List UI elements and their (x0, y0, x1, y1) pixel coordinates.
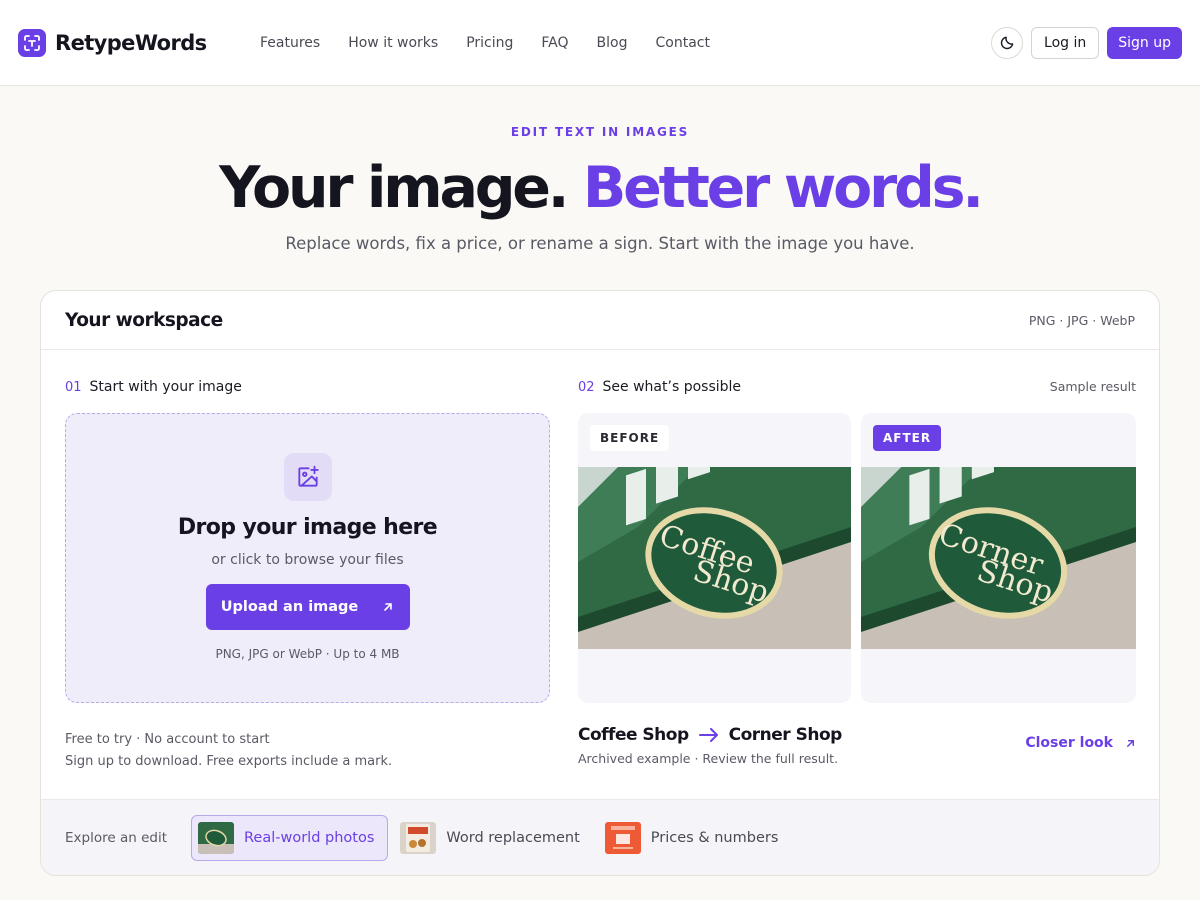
closer-look-label: Closer look (1025, 735, 1113, 751)
dropzone-note: PNG, JPG or WebP · Up to 4 MB (215, 647, 400, 661)
after-panel[interactable]: AFTER Corner Shop (861, 413, 1136, 703)
arrow-right-icon (698, 728, 718, 742)
step-2-label: See what’s possible (602, 379, 742, 395)
headline-main: Your image. (219, 155, 583, 221)
workspace-card: Your workspace PNG · JPG · WebP 01 Start… (40, 290, 1160, 876)
brand-name: RetypeWords (55, 30, 207, 55)
nav-link-how-it-works[interactable]: How it works (348, 35, 438, 51)
scan-text-icon (18, 28, 46, 57)
signup-button[interactable]: Sign up (1107, 26, 1182, 59)
sign-thumbnail (198, 821, 234, 854)
explore-bar: Explore an edit Real-world photos Word r… (41, 799, 1159, 875)
upload-image-button[interactable]: Upload an image (205, 584, 410, 630)
after-sign-photo: Corner Shop (861, 467, 1136, 649)
upload-button-label: Upload an image (220, 599, 359, 615)
result-summary: Coffee Shop Corner Shop Archived example… (578, 725, 1136, 773)
hero-subhead: Replace words, fix a price, or rename a … (285, 234, 915, 253)
sample-result-label: Sample result (1049, 379, 1136, 394)
result-to: Corner Shop (728, 725, 843, 745)
dropzone-title: Drop your image here (177, 515, 438, 540)
chip-label: Prices & numbers (650, 829, 779, 846)
brand[interactable]: RetypeWords (18, 28, 207, 57)
top-nav: RetypeWords Features How it works Pricin… (0, 0, 1200, 86)
chip-prices-numbers[interactable]: Prices & numbers (599, 815, 792, 861)
preview-column: 02 See what’s possible Sample result BEF… (578, 377, 1136, 773)
chip-real-world-photos[interactable]: Real-world photos (191, 814, 389, 861)
step-1-number: 01 (65, 379, 82, 395)
upload-notes: Free to try · No account to start Sign u… (65, 729, 550, 773)
result-subtitle: Archived example · Review the full resul… (578, 751, 839, 766)
result-from: Coffee Shop (578, 725, 689, 745)
workspace-title: Your workspace (65, 309, 223, 331)
headline-accent: Better words. (582, 155, 984, 221)
dropzone-subtitle: or click to browse your files (211, 552, 404, 568)
nav-link-contact[interactable]: Contact (655, 35, 709, 51)
before-panel[interactable]: BEFORE Coffee Shop (578, 413, 851, 703)
snack-package-thumbnail (400, 821, 437, 854)
workspace-header: Your workspace PNG · JPG · WebP (41, 291, 1159, 350)
chip-word-replacement[interactable]: Word replacement (394, 815, 592, 861)
step-1-label: Start with your image (89, 379, 242, 395)
step-1: 01 Start with your image (65, 377, 550, 397)
explore-label: Explore an edit (65, 829, 167, 846)
chip-label: Real-world photos (244, 829, 375, 846)
before-sign-photo: Coffee Shop (578, 467, 851, 649)
hero-eyebrow: EDIT TEXT IN IMAGES (510, 125, 690, 139)
image-dropzone[interactable]: Drop your image here or click to browse … (65, 413, 550, 703)
supported-formats: PNG · JPG · WebP (1028, 312, 1135, 328)
nav-link-blog[interactable]: Blog (597, 35, 628, 51)
note-signup: Sign up to download. Free exports includ… (65, 754, 393, 769)
nav-link-faq[interactable]: FAQ (541, 35, 568, 51)
image-plus-icon (283, 453, 332, 501)
hero: EDIT TEXT IN IMAGES Your image. Better w… (0, 86, 1200, 253)
closer-look-link[interactable]: Closer look (1025, 735, 1136, 751)
after-tag: AFTER (873, 425, 942, 451)
moon-icon (1000, 36, 1013, 50)
before-after-compare: BEFORE Coffee Shop AFTER Corner Shop (578, 413, 1136, 703)
nav-links: Features How it works Pricing FAQ Blog C… (260, 35, 738, 51)
upload-column: 01 Start with your image Drop your image… (65, 377, 550, 773)
step-2-number: 02 (578, 379, 595, 395)
arrow-up-right-icon (384, 603, 393, 611)
nav-actions: Log in Sign up (991, 26, 1182, 59)
theme-toggle-button[interactable] (991, 26, 1024, 59)
nav-link-pricing[interactable]: Pricing (466, 35, 513, 51)
nav-link-features[interactable]: Features (260, 35, 320, 51)
hero-headline: Your image. Better words. (0, 156, 1200, 220)
price-tag-thumbnail (604, 821, 641, 854)
before-tag: BEFORE (590, 425, 670, 451)
arrow-up-right-icon (1127, 739, 1134, 747)
chip-label: Word replacement (446, 829, 580, 846)
login-button[interactable]: Log in (1031, 26, 1100, 59)
note-free: Free to try · No account to start (65, 732, 270, 747)
